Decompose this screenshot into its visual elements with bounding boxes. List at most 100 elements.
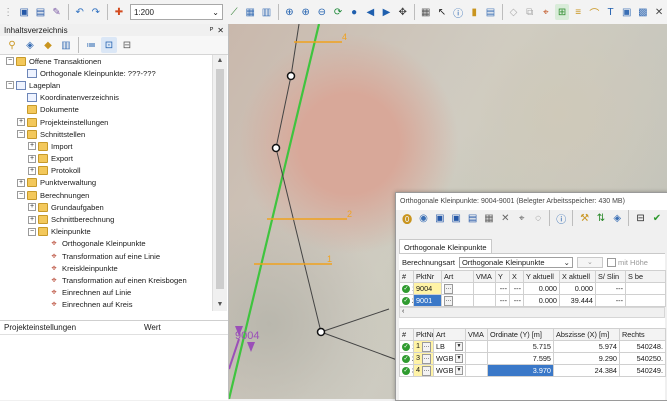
text-icon[interactable]: T — [603, 4, 617, 20]
type-cell[interactable]: WGB▼ — [434, 365, 466, 377]
help-icon[interactable]: ⓿ — [400, 210, 414, 226]
tree-item[interactable]: ⌖Einrechnen auf Linie — [0, 287, 212, 299]
expand-icon[interactable]: + — [28, 203, 36, 211]
abscissa-cell[interactable]: 24.384 — [554, 365, 620, 377]
info-icon[interactable]: ⓘ — [451, 4, 465, 20]
zoom-in-icon[interactable]: ⊕ — [299, 4, 313, 20]
chart-icon[interactable]: ▮ — [467, 4, 481, 20]
column-header[interactable]: Art — [434, 329, 466, 341]
redo-icon[interactable]: ↷ — [89, 4, 103, 20]
point-number-cell[interactable]: 4 … — [414, 365, 434, 377]
tree-item[interactable]: −Kleinpunkte — [0, 226, 212, 238]
lines-icon[interactable]: ≡ — [571, 4, 585, 20]
expand-icon[interactable]: + — [28, 216, 36, 224]
scroll-down-icon[interactable]: ▼ — [213, 299, 227, 311]
tree-item[interactable]: ⌖Transformation auf eine Linie — [0, 250, 212, 262]
layer-icon[interactable]: ▦ — [243, 4, 257, 20]
ellipsis-button[interactable]: … — [444, 284, 453, 294]
column-header[interactable]: Ordinate (Y) [m] — [488, 329, 554, 341]
grid-icon[interactable]: ▦ — [419, 4, 433, 20]
clear-icon[interactable]: ◌ — [531, 210, 545, 226]
tree-item[interactable]: +Export — [0, 153, 212, 165]
type-cell[interactable]: LB▼ — [434, 341, 466, 353]
vma-cell[interactable] — [466, 353, 488, 365]
tab-orthogonal-points[interactable]: Orthogonale Kleinpunkte — [399, 239, 492, 254]
close-icon[interactable]: ✕ — [217, 26, 224, 35]
column-header[interactable]: Rechts — [620, 329, 666, 341]
ordinate-cell[interactable]: 3.970 — [488, 365, 554, 377]
expand-icon[interactable]: + — [28, 155, 36, 163]
scroll-up-icon[interactable]: ▲ — [213, 55, 227, 67]
tree-item[interactable]: −Schnittstellen — [0, 128, 212, 140]
snap-icon[interactable]: ✚ — [112, 4, 126, 20]
layout-icon[interactable]: ⊟ — [633, 210, 647, 226]
points-icon[interactable]: ⊞ — [555, 4, 569, 20]
table-row[interactable]: ✓ 34 …WGB▼3.97024.384540249. — [400, 365, 666, 377]
save-as-icon[interactable]: ▣ — [449, 210, 463, 226]
scrollbar-thumb[interactable] — [216, 69, 224, 289]
refresh-icon[interactable]: ⟳ — [331, 4, 345, 20]
column-header[interactable]: X — [510, 271, 524, 283]
globe-icon[interactable]: ● — [347, 4, 361, 20]
table-row[interactable]: ✓ 11 …LB▼5.7155.974540248. — [400, 341, 666, 353]
tree-item[interactable]: ⌖Kreiskleinpunkte — [0, 262, 212, 274]
table-row[interactable]: ✓ 29001…------0.00039.444--- — [400, 295, 666, 307]
collapse-icon[interactable]: − — [17, 191, 25, 199]
column-header[interactable]: Abszisse (X) [m] — [554, 329, 620, 341]
tree-item[interactable]: −Offene Transaktionen — [0, 55, 212, 67]
arc-icon[interactable]: ⌒ — [587, 4, 601, 20]
chevron-down-icon[interactable]: ▼ — [455, 366, 463, 375]
save-icon[interactable]: ▣ — [17, 4, 31, 20]
ellipsis-button[interactable]: … — [422, 342, 431, 352]
baseline-table-scrollbar[interactable]: ‹ — [399, 307, 665, 318]
tree-item[interactable]: +Punktverwaltung — [0, 177, 212, 189]
measure-icon[interactable]: ⟋ — [227, 4, 241, 20]
undo-icon[interactable]: ↶ — [73, 4, 87, 20]
tree-item[interactable]: +Protokoll — [0, 165, 212, 177]
table-row[interactable]: ✓ 23 …WGB▼7.5959.290540250. — [400, 353, 666, 365]
database-icon[interactable]: ▥ — [58, 37, 74, 53]
swap-icon[interactable]: ⇅ — [594, 210, 608, 226]
type-cell[interactable]: … — [442, 295, 474, 307]
column-header[interactable]: Y aktuell — [524, 271, 560, 283]
tree-item[interactable]: ⌖Einrechnen auf Kreis — [0, 299, 212, 311]
layer-manager-icon[interactable]: ▥ — [259, 4, 273, 20]
tree-item[interactable]: −Lageplan — [0, 79, 212, 91]
show-icon[interactable]: ◈ — [610, 210, 624, 226]
chevron-down-icon[interactable]: ▼ — [455, 342, 463, 351]
tree-item[interactable]: +Grundaufgaben — [0, 201, 212, 213]
objects-icon[interactable]: ◆ — [40, 37, 56, 53]
collapse-icon[interactable]: − — [28, 228, 36, 236]
column-header[interactable]: X aktuell — [560, 271, 596, 283]
column-header[interactable]: PktNr — [414, 329, 434, 341]
point-number-cell[interactable]: 9001 — [414, 295, 442, 307]
settings-icon[interactable]: ◉ — [416, 210, 430, 226]
type-cell[interactable]: … — [442, 283, 474, 295]
coordinates-icon[interactable]: ⌖ — [539, 4, 553, 20]
abscissa-cell[interactable]: 9.290 — [554, 353, 620, 365]
tree-item[interactable]: −Berechnungen — [0, 189, 212, 201]
copy-icon[interactable]: ⧉ — [523, 4, 537, 20]
vma-cell[interactable] — [474, 295, 496, 307]
column-header[interactable]: PktNr — [414, 271, 442, 283]
column-header[interactable]: VMA — [474, 271, 496, 283]
column-header[interactable]: S be — [626, 271, 666, 283]
collapse-icon[interactable]: − — [6, 81, 14, 89]
tree-item[interactable]: Orthogonale Kleinpunkte: ???-??? — [0, 67, 212, 79]
collapse-icon[interactable]: − — [6, 57, 14, 65]
save-as-icon[interactable]: ▤ — [33, 4, 47, 20]
tree-item[interactable]: +Projekteinstellungen — [0, 116, 212, 128]
with-height-checkbox[interactable] — [607, 258, 616, 267]
confirm-icon[interactable]: ✔ — [650, 210, 664, 226]
point-number-cell[interactable]: 3 … — [414, 353, 434, 365]
column-header[interactable]: # — [400, 271, 414, 283]
pointer-icon[interactable]: ↖ — [435, 4, 449, 20]
table-icon[interactable]: ▤ — [483, 4, 497, 20]
column-header[interactable]: VMA — [466, 329, 488, 341]
tree-item[interactable]: ⌖Orthogonale Kleinpunkte — [0, 238, 212, 250]
tree-scrollbar[interactable]: ▲ ▼ — [212, 55, 227, 311]
column-header[interactable]: Y — [496, 271, 510, 283]
cancel-icon[interactable]: ✕ — [498, 210, 512, 226]
zoom-window-icon[interactable]: ⊕ — [282, 4, 296, 20]
tree-item[interactable]: +Schnittberechnung — [0, 213, 212, 225]
